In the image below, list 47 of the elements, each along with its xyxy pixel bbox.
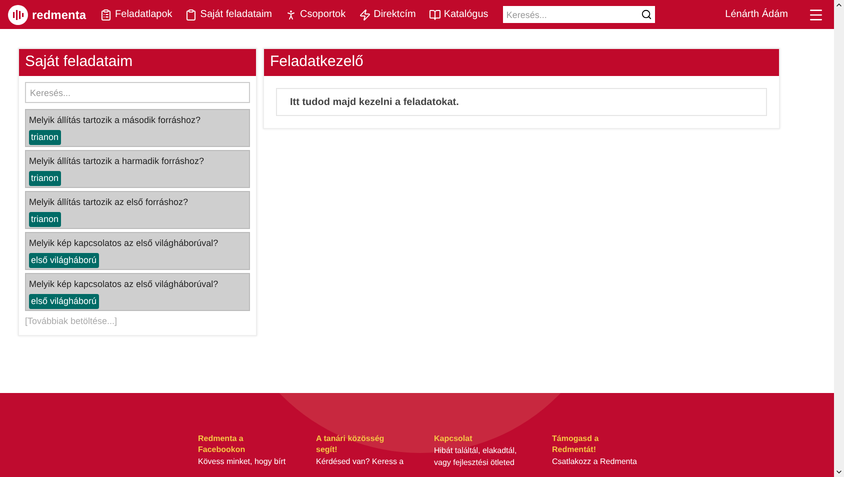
footer-heading: A tanári közösség segít! — [316, 433, 386, 455]
lightning-icon — [358, 8, 371, 20]
panel-title: Saját feladataim — [19, 49, 256, 76]
panel-title: Feladatkezelő — [264, 49, 779, 76]
footer-text: Kérdésed van? Keress a — [316, 457, 405, 467]
task-tag[interactable]: trianon — [29, 130, 61, 145]
task-question: Melyik állítás tartozik az első forráshoz? — [29, 196, 188, 209]
message-box: Itt tudod majd kezelni a feladatokat. — [276, 88, 767, 116]
task-card[interactable]: Melyik kép kapcsolatos az első világháborúval? első világháború — [25, 232, 250, 270]
clipboard-icon — [185, 8, 198, 20]
logo-icon — [8, 4, 28, 24]
search-button[interactable] — [638, 6, 656, 23]
search-field[interactable]: Keresés... — [25, 82, 250, 103]
person-icon — [285, 8, 298, 20]
nav-link[interactable]: Saját feladataim — [185, 7, 272, 22]
nav-link[interactable]: Katalógus — [428, 7, 488, 22]
footer-heading: Kapcsolat — [434, 433, 474, 444]
task-question: Melyik kép kapcsolatos az első világháborúval? — [29, 278, 218, 291]
footer-text: Csatlakozz a Redmenta — [552, 457, 638, 467]
user-name[interactable]: Lénárth Ádám — [725, 7, 788, 22]
task-card[interactable]: Melyik állítás tartozik a harmadik forráshoz? trianon — [25, 150, 250, 188]
footer-text: vagy fejlesztési ötleted — [434, 458, 516, 468]
scroll-down-icon[interactable] — [835, 468, 843, 476]
task-question: Melyik állítás tartozik a harmadik forráshoz? — [29, 155, 204, 168]
nav-link[interactable]: Csoportok — [285, 7, 346, 22]
menu-icon[interactable] — [808, 6, 824, 22]
task-question: Melyik kép kapcsolatos az első világháborúval? — [29, 237, 218, 250]
task-tag[interactable]: trianon — [29, 170, 61, 186]
task-question: Melyik állítás tartozik a második forráshoz? — [29, 114, 201, 127]
task-card[interactable]: Melyik állítás tartozik a második forráshoz? trianon — [25, 109, 250, 147]
nav-link[interactable]: Direktcím — [358, 7, 416, 22]
task-tag[interactable]: trianon — [29, 212, 61, 227]
footer-text: Hibát találtál, elakadtál, — [434, 446, 518, 456]
task-card[interactable]: Melyik kép kapcsolatos az első világháborúval? első világháború — [25, 273, 250, 311]
task-tag[interactable]: első világháború — [29, 294, 99, 309]
scroll-up-icon[interactable] — [835, 1, 843, 9]
task-tag[interactable]: első világháború — [29, 252, 99, 268]
clipboard-icon — [100, 8, 112, 20]
nav-link[interactable]: Feladatlapok — [100, 7, 172, 22]
search-field[interactable]: Keresés... — [503, 6, 638, 23]
task-card[interactable]: Melyik állítás tartozik az első forráshoz? trianon — [25, 191, 250, 229]
footer-text: Kövess minket, hogy bírt — [198, 457, 287, 467]
book-icon — [428, 8, 441, 20]
search-icon — [641, 9, 652, 20]
footer-heading: Redmenta a Facebookon — [198, 433, 246, 455]
logo-text[interactable]: redmenta — [32, 6, 86, 24]
footer-heading: Támogasd a Redmentát! — [552, 433, 600, 455]
